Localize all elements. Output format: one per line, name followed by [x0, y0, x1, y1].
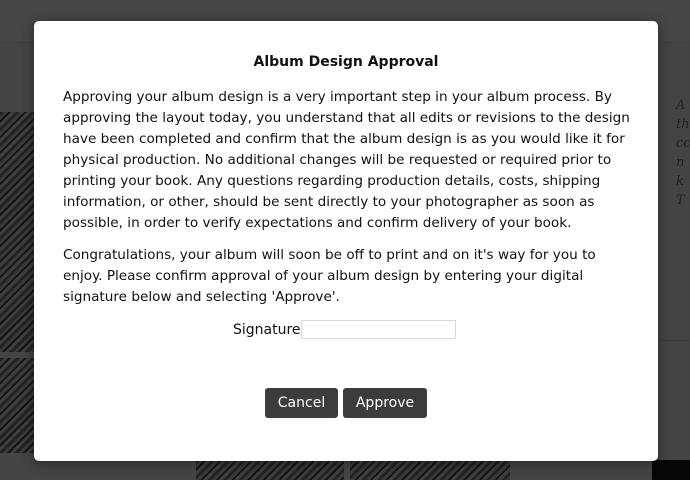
signature-input[interactable]	[301, 320, 456, 339]
dialog-title: Album Design Approval	[253, 54, 439, 70]
signature-label: Signature	[233, 322, 301, 338]
cancel-button[interactable]: Cancel	[265, 388, 338, 418]
signature-row: Signature	[34, 320, 658, 342]
dialog-paragraph: Approving your album design is a very im…	[63, 89, 630, 231]
approval-dialog: Album Design Approval Approving your alb…	[34, 21, 658, 461]
approve-button[interactable]: Approve	[343, 388, 427, 418]
dialog-paragraph: Congratulations, your album will soon be…	[63, 247, 596, 305]
dialog-body: Approving your album design is a very im…	[63, 87, 635, 319]
